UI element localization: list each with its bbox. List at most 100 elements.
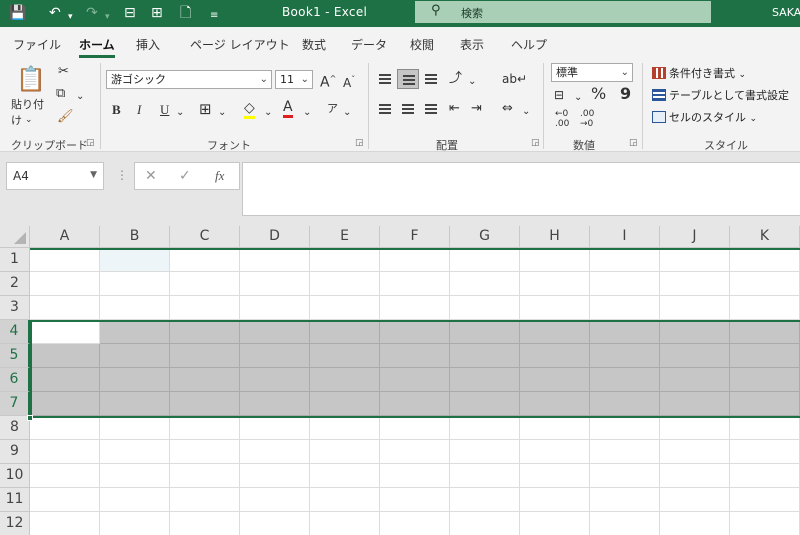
cell-c9[interactable] xyxy=(170,440,240,464)
cell-i7[interactable] xyxy=(590,392,660,416)
cell-a12[interactable] xyxy=(30,512,100,535)
alignment-launcher-icon[interactable]: ◲ xyxy=(531,138,540,148)
cell-e3[interactable] xyxy=(310,296,380,320)
cell-b3[interactable] xyxy=(100,296,170,320)
align-center-button[interactable] xyxy=(397,99,419,119)
cell-a6[interactable] xyxy=(30,368,100,392)
cell-f12[interactable] xyxy=(380,512,450,535)
tab-data[interactable]: データ xyxy=(351,36,387,53)
cell-j5[interactable] xyxy=(660,344,730,368)
cell-k3[interactable] xyxy=(730,296,800,320)
cancel-icon[interactable]: ✕ xyxy=(145,168,157,184)
column-header-a[interactable]: A xyxy=(30,226,100,248)
cell-k10[interactable] xyxy=(730,464,800,488)
tab-help[interactable]: ヘルプ xyxy=(511,36,547,53)
cell-i8[interactable] xyxy=(590,416,660,440)
cell-c1[interactable] xyxy=(170,248,240,272)
decrease-decimal-icon[interactable]: .00 →0 xyxy=(580,109,594,129)
cell-i9[interactable] xyxy=(590,440,660,464)
row-header-10[interactable]: 10 xyxy=(0,464,30,488)
italic-button[interactable]: I xyxy=(137,102,141,118)
cell-c10[interactable] xyxy=(170,464,240,488)
cell-d5[interactable] xyxy=(240,344,310,368)
customize-icon[interactable]: ≡ xyxy=(210,7,218,25)
wrap-text-icon[interactable]: ab↵ xyxy=(502,71,527,87)
cell-a1[interactable] xyxy=(30,248,100,272)
cell-b7[interactable] xyxy=(100,392,170,416)
cell-h3[interactable] xyxy=(520,296,590,320)
cell-c3[interactable] xyxy=(170,296,240,320)
enter-icon[interactable]: ✓ xyxy=(179,168,191,184)
cell-a11[interactable] xyxy=(30,488,100,512)
cell-e10[interactable] xyxy=(310,464,380,488)
tab-insert[interactable]: 挿入 xyxy=(136,36,160,53)
cell-i4[interactable] xyxy=(590,320,660,344)
row-header-7[interactable]: 7 xyxy=(0,392,30,416)
align-bottom-button[interactable] xyxy=(420,69,442,89)
cell-j11[interactable] xyxy=(660,488,730,512)
cell-d7[interactable] xyxy=(240,392,310,416)
align-left-button[interactable] xyxy=(374,99,396,119)
conditional-formatting-button[interactable]: 条件付き書式 ⌄ xyxy=(652,65,746,81)
row-header-4[interactable]: 4 xyxy=(0,320,30,344)
format-painter-icon[interactable]: 🖌 xyxy=(57,109,74,125)
cell-k1[interactable] xyxy=(730,248,800,272)
cell-k4[interactable] xyxy=(730,320,800,344)
tab-page-layout[interactable]: ページ レイアウト xyxy=(190,36,290,53)
redo-dropdown-icon[interactable]: ▾ xyxy=(105,8,110,26)
cell-e1[interactable] xyxy=(310,248,380,272)
orientation-icon[interactable]: ⤴ xyxy=(449,71,462,87)
cell-k2[interactable] xyxy=(730,272,800,296)
cell-b2[interactable] xyxy=(100,272,170,296)
row-header-5[interactable]: 5 xyxy=(0,344,30,368)
accounting-dropdown-icon[interactable]: ⌄ xyxy=(574,90,582,106)
font-name-select[interactable]: 游ゴシック ⌄ xyxy=(106,70,272,89)
font-color-icon[interactable]: A xyxy=(283,99,293,118)
user-name[interactable]: SAKA xyxy=(772,6,800,19)
align-middle-button[interactable] xyxy=(397,69,419,89)
number-launcher-icon[interactable]: ◲ xyxy=(629,138,638,148)
cell-b12[interactable] xyxy=(100,512,170,535)
cell-k5[interactable] xyxy=(730,344,800,368)
cell-f11[interactable] xyxy=(380,488,450,512)
column-header-f[interactable]: F xyxy=(380,226,450,248)
cell-h5[interactable] xyxy=(520,344,590,368)
column-header-i[interactable]: I xyxy=(590,226,660,248)
tab-review[interactable]: 校閲 xyxy=(410,36,434,53)
cell-d10[interactable] xyxy=(240,464,310,488)
cell-j6[interactable] xyxy=(660,368,730,392)
tab-home[interactable]: ホーム xyxy=(79,36,115,58)
accounting-format-icon[interactable]: ⊟ xyxy=(554,87,564,103)
shrink-font-button[interactable]: Aˇ xyxy=(343,72,355,91)
clipboard-launcher-icon[interactable]: ◲ xyxy=(86,138,95,148)
merge-dropdown-icon[interactable]: ⌄ xyxy=(522,104,530,120)
cell-k6[interactable] xyxy=(730,368,800,392)
cell-g6[interactable] xyxy=(450,368,520,392)
cell-c11[interactable] xyxy=(170,488,240,512)
column-header-g[interactable]: G xyxy=(450,226,520,248)
comma-style-button[interactable]: 9 xyxy=(620,86,631,102)
cell-h8[interactable] xyxy=(520,416,590,440)
cell-a10[interactable] xyxy=(30,464,100,488)
tab-formulas[interactable]: 数式 xyxy=(302,36,326,53)
cell-i1[interactable] xyxy=(590,248,660,272)
cell-g9[interactable] xyxy=(450,440,520,464)
cell-j9[interactable] xyxy=(660,440,730,464)
orientation-dropdown-icon[interactable]: ⌄ xyxy=(468,74,476,90)
cell-g7[interactable] xyxy=(450,392,520,416)
cell-j3[interactable] xyxy=(660,296,730,320)
cell-e9[interactable] xyxy=(310,440,380,464)
cell-b4[interactable] xyxy=(100,320,170,344)
fill-handle[interactable] xyxy=(27,415,33,421)
cell-i12[interactable] xyxy=(590,512,660,535)
cell-b8[interactable] xyxy=(100,416,170,440)
cell-e6[interactable] xyxy=(310,368,380,392)
cell-d2[interactable] xyxy=(240,272,310,296)
insert-function-icon[interactable]: fx xyxy=(215,168,224,184)
font-launcher-icon[interactable]: ◲ xyxy=(355,138,364,148)
cell-h2[interactable] xyxy=(520,272,590,296)
cell-c7[interactable] xyxy=(170,392,240,416)
save-icon[interactable]: 💾 xyxy=(9,4,26,22)
name-box[interactable]: A4 ▼ xyxy=(6,162,104,190)
decrease-indent-icon[interactable]: ⇤ xyxy=(449,101,460,117)
